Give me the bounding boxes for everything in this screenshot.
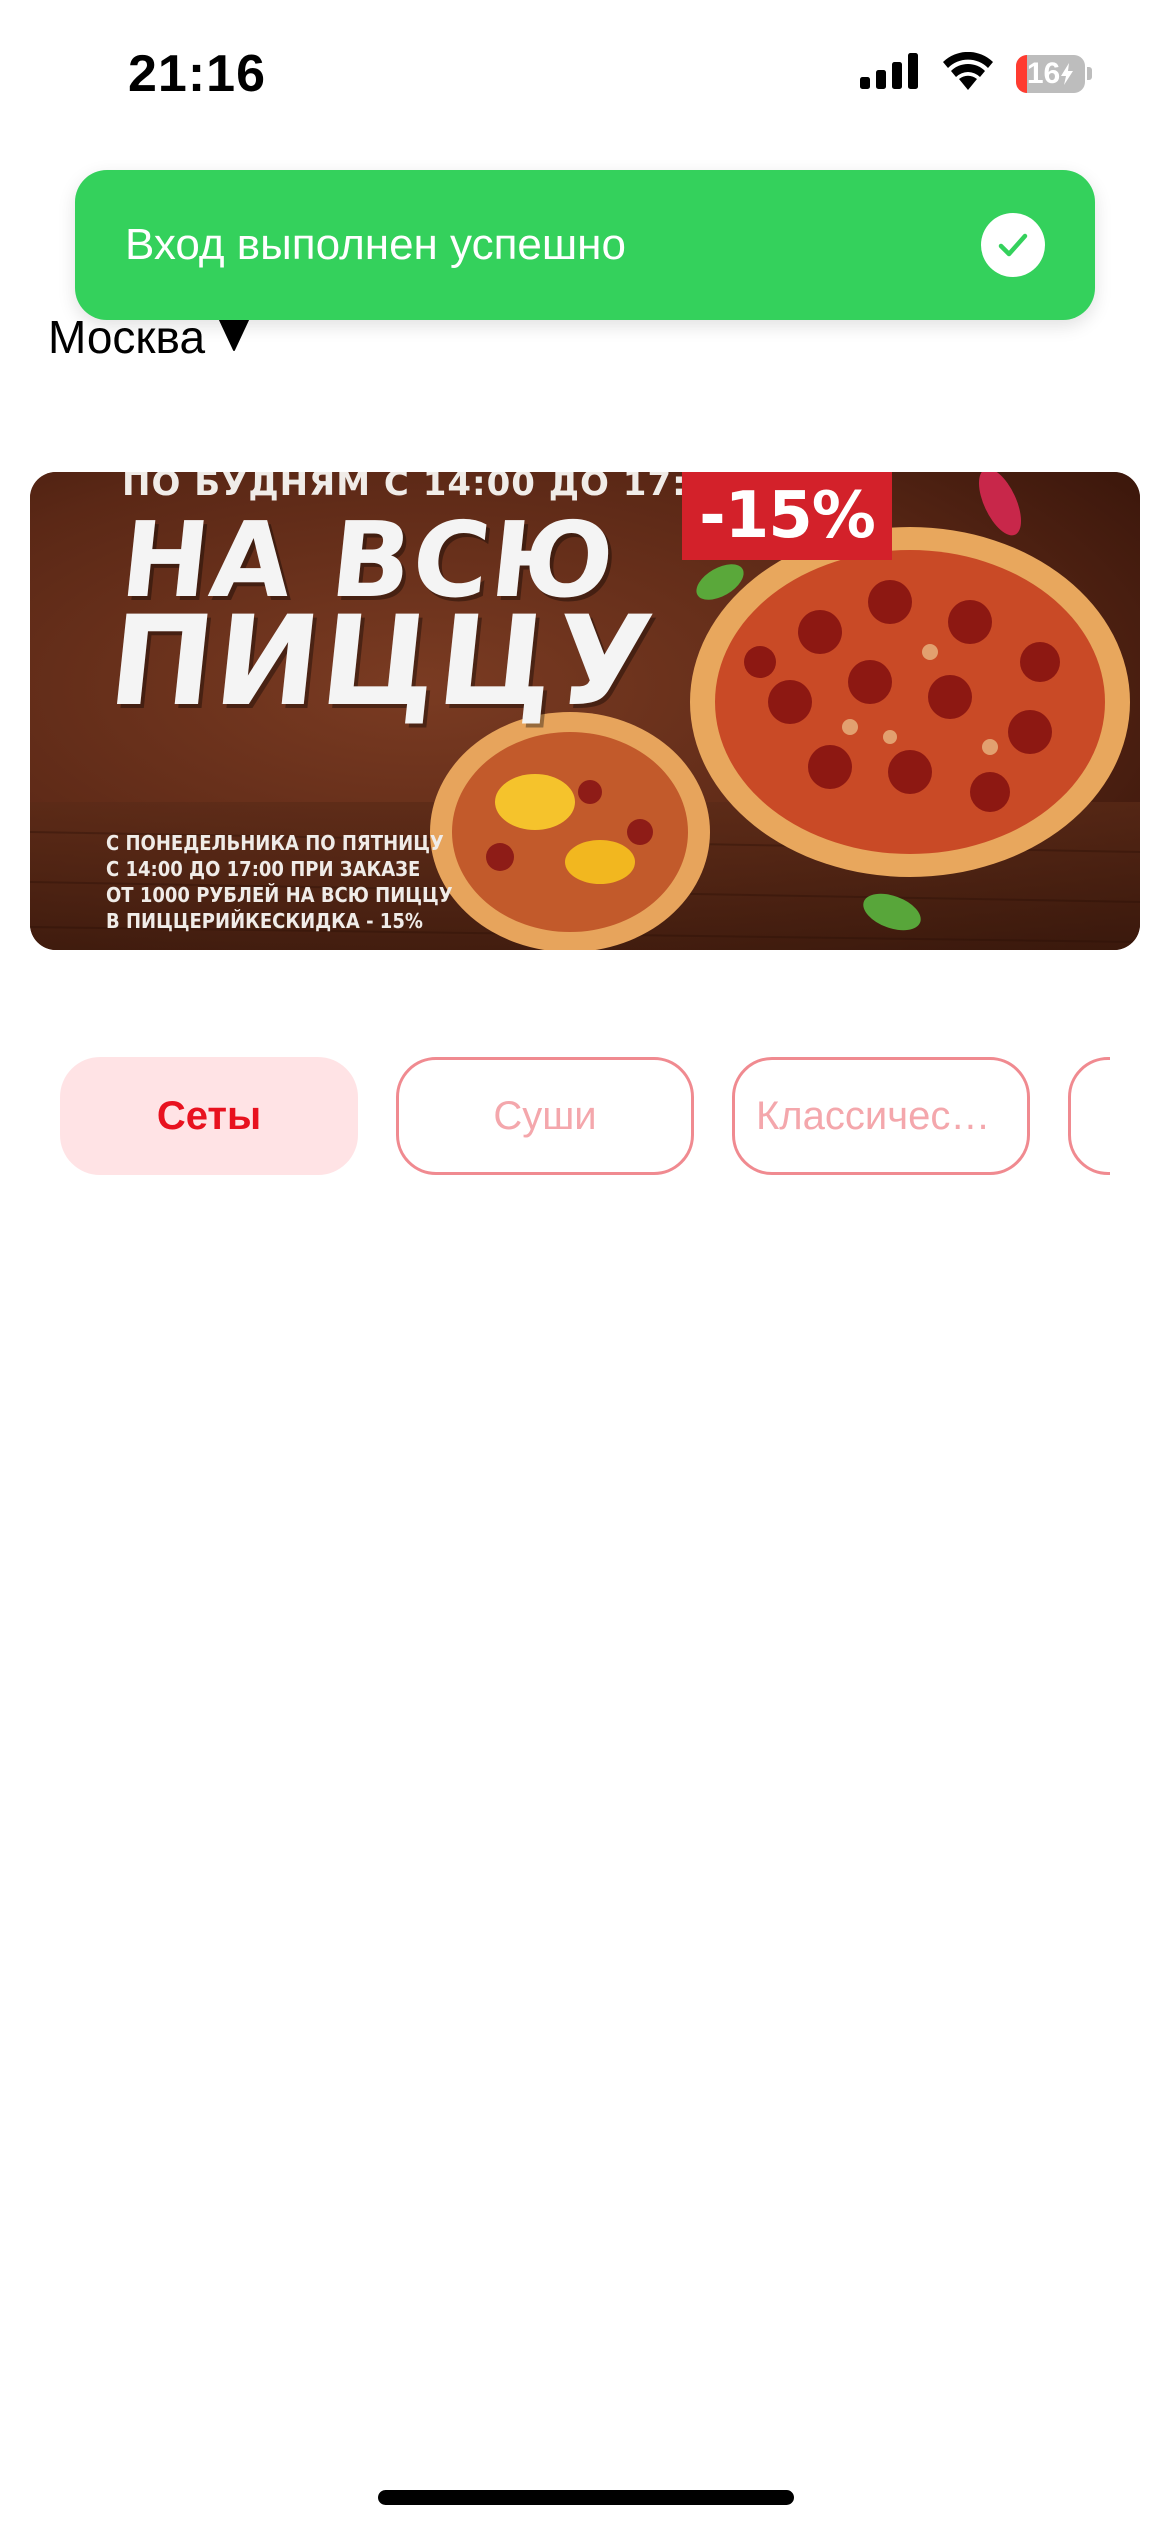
category-chip-sushi[interactable]: Суши (396, 1057, 694, 1175)
fine-print-line: С 14:00 ДО 17:00 ПРИ ЗАКАЗЕ (106, 857, 421, 881)
category-chip-sets[interactable]: Сеты (60, 1057, 358, 1175)
category-row: Сеты Суши Классические роллы А (60, 1057, 1110, 1175)
fine-print-line: ОТ 1000 РУБЛЕЙ НА ВСЮ ПИЦЦУ (106, 883, 453, 907)
wifi-icon (942, 51, 994, 95)
banner-fine-print: С ПОНЕДЕЛЬНИКА ПО ПЯТНИЦУ С 14:00 ДО 17:… (106, 830, 453, 934)
caret-down-icon (219, 318, 250, 357)
success-toast[interactable]: Вход выполнен успешно (75, 170, 1095, 320)
battery-body: 16 (1016, 54, 1086, 93)
category-tabs[interactable]: Сеты Суши Классические роллы А (60, 1057, 1110, 1177)
bolt-icon (1061, 62, 1074, 85)
promo-banner[interactable]: ПО БУДНЯМ С 14:00 ДО 17:00 НА ВСЮ ПИЦЦУ … (30, 472, 1140, 950)
category-label: Классические роллы (756, 1093, 1006, 1138)
fine-print-line: С ПОНЕДЕЛЬНИКА ПО ПЯТНИЦУ (106, 831, 444, 855)
category-label: Суши (493, 1093, 597, 1138)
screen: 21:16 16 Вход выполнен успешно Москва ПО… (0, 0, 1170, 2532)
banner-headline-2: ПИЦЦУ (102, 590, 661, 734)
toast-message: Вход выполнен успешно (125, 220, 626, 269)
battery-nub (1087, 67, 1092, 80)
discount-badge: -15% (682, 472, 892, 560)
category-chip-next[interactable]: А (1068, 1057, 1110, 1175)
battery-level: 16 (1016, 55, 1085, 93)
fine-print-line: В ПИЦЦЕРИЙКЕСКИДКА - 15% (106, 909, 423, 933)
status-icons: 16 (860, 51, 1092, 95)
status-time: 21:16 (128, 45, 266, 103)
signal-icon (860, 53, 920, 94)
home-indicator[interactable] (378, 2490, 794, 2505)
battery-charging-icon: 16 (1016, 54, 1092, 93)
category-label: Сеты (156, 1093, 262, 1138)
check-circle-icon (981, 213, 1045, 277)
category-chip-classic-rolls[interactable]: Классические роллы (732, 1057, 1030, 1175)
